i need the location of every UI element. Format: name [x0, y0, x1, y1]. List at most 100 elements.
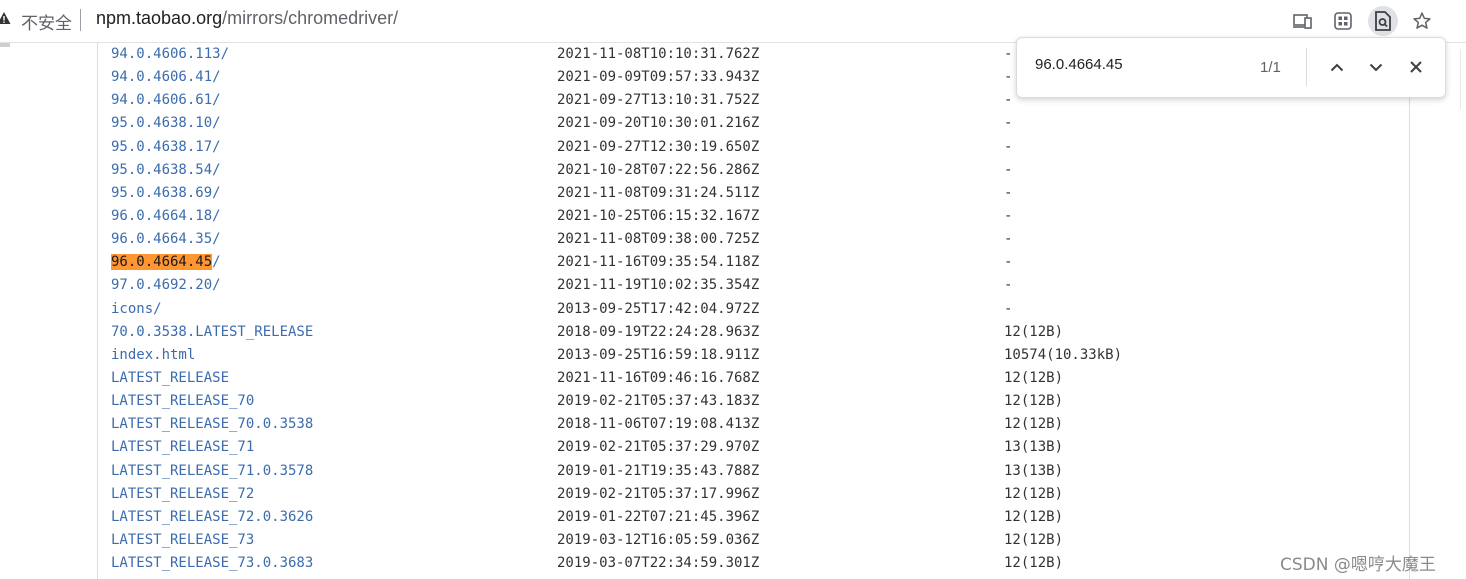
file-link[interactable]: 70.0.3538.LATEST_RELEASE: [111, 321, 313, 344]
listing-row: 96.0.4664.45/2021-11-16T09:35:54.118Z -: [111, 251, 1401, 274]
file-size: 12(12B): [1004, 369, 1064, 386]
directory-listing: 94.0.4606.113/2021-11-08T10:10:31.762Z -9…: [111, 43, 1401, 575]
find-close-button[interactable]: [1401, 52, 1431, 82]
find-bar: 1/1: [1016, 37, 1446, 98]
address-bar-url[interactable]: npm.taobao.org/mirrors/chromedriver/: [96, 8, 398, 29]
find-separator: [1306, 48, 1307, 86]
url-path: /mirrors/chromedriver/: [222, 8, 399, 28]
modified-date: 2018-09-19T22:24:28.963Z: [557, 323, 760, 340]
listing-frame-right: [1409, 43, 1410, 579]
modified-date: 2013-09-25T16:59:18.911Z: [557, 346, 760, 363]
find-in-page-icon[interactable]: [1368, 6, 1398, 36]
modified-date: 2018-11-06T07:19:08.413Z: [557, 416, 760, 433]
listing-row: LATEST_RELEASE 2021-11-16T09:46:16.768Z 12…: [111, 367, 1401, 390]
listing-row: LATEST_RELEASE_72.0.3626 2019-01-22T07:21…: [111, 506, 1401, 529]
modified-date: 2021-09-27T13:10:31.752Z: [557, 92, 760, 109]
file-link[interactable]: 95.0.4638.10/: [111, 112, 221, 135]
file-link[interactable]: LATEST_RELEASE_72.0.3626: [111, 506, 313, 529]
listing-row: 70.0.3538.LATEST_RELEASE 2018-09-19T22:24…: [111, 321, 1401, 344]
warning-triangle-icon[interactable]: [0, 11, 11, 29]
page-content: 94.0.4606.113/2021-11-08T10:10:31.762Z -9…: [0, 43, 1466, 579]
find-input[interactable]: [1035, 56, 1255, 73]
listing-row: LATEST_RELEASE_71 2019-02-21T05:37:29.970…: [111, 436, 1401, 459]
modified-date: 2019-03-07T22:34:59.301Z: [557, 555, 760, 572]
chevron-down-icon: [1369, 63, 1383, 71]
file-link[interactable]: LATEST_RELEASE_70: [111, 390, 254, 413]
listing-row: index.html 2013-09-25T16:59:18.911Z 10574(…: [111, 344, 1401, 367]
modified-date: 2021-11-08T09:38:00.725Z: [557, 231, 760, 248]
modified-date: 2021-09-20T10:30:01.216Z: [557, 115, 760, 132]
file-size: 12(12B): [1004, 416, 1064, 433]
close-icon: [1410, 61, 1422, 73]
csdn-watermark: CSDN @嗯哼大魔王: [1280, 555, 1436, 575]
extensions-grid-icon[interactable]: [1330, 8, 1356, 34]
file-link[interactable]: LATEST_RELEASE_73.0.3683: [111, 552, 313, 575]
modified-date: 2019-02-21T05:37:43.183Z: [557, 393, 760, 410]
listing-row: LATEST_RELEASE_72 2019-02-21T05:37:17.996…: [111, 483, 1401, 506]
file-size: -: [1004, 115, 1013, 132]
security-status-label[interactable]: 不安全: [21, 9, 72, 34]
modified-date: 2019-02-21T05:37:29.970Z: [557, 439, 760, 456]
install-app-icon[interactable]: [1290, 8, 1316, 34]
file-size: -: [1004, 277, 1013, 294]
modified-date: 2021-10-28T07:22:56.286Z: [557, 161, 760, 178]
find-previous-button[interactable]: [1322, 52, 1352, 82]
scroll-indicator: [0, 43, 10, 47]
listing-row: LATEST_RELEASE_73 2019-03-12T16:05:59.036…: [111, 529, 1401, 552]
url-host: npm.taobao.org: [96, 8, 223, 28]
file-link[interactable]: 96.0.4664.35/: [111, 228, 221, 251]
file-size: -: [1004, 69, 1013, 86]
file-link[interactable]: 94.0.4606.61/: [111, 89, 221, 112]
file-size: 12(12B): [1004, 555, 1064, 572]
file-link[interactable]: 96.0.4664.45/: [111, 251, 221, 274]
file-link[interactable]: 95.0.4638.17/: [111, 136, 221, 159]
page-right-edge: [1460, 49, 1466, 109]
listing-row: 95.0.4638.54/2021-10-28T07:22:56.286Z -: [111, 159, 1401, 182]
file-link[interactable]: 95.0.4638.69/: [111, 182, 221, 205]
modified-date: 2013-09-25T17:42:04.972Z: [557, 300, 760, 317]
modified-date: 2021-09-27T12:30:19.650Z: [557, 138, 760, 155]
file-link[interactable]: LATEST_RELEASE_73: [111, 529, 254, 552]
file-size: 13(13B): [1004, 462, 1064, 479]
file-size: -: [1004, 92, 1013, 109]
listing-row: icons/2013-09-25T17:42:04.972Z -: [111, 298, 1401, 321]
find-match-count: 1/1: [1260, 59, 1281, 76]
file-size: -: [1004, 231, 1013, 248]
file-link[interactable]: 96.0.4664.18/: [111, 205, 221, 228]
file-link[interactable]: 95.0.4638.54/: [111, 159, 221, 182]
file-size: 12(12B): [1004, 508, 1064, 525]
listing-row: 96.0.4664.18/2021-10-25T06:15:32.167Z -: [111, 205, 1401, 228]
listing-row: 95.0.4638.10/2021-09-20T10:30:01.216Z -: [111, 112, 1401, 135]
listing-row: LATEST_RELEASE_71.0.3578 2019-01-21T19:35…: [111, 460, 1401, 483]
find-next-button[interactable]: [1361, 52, 1391, 82]
file-link[interactable]: 97.0.4692.20/: [111, 274, 221, 297]
find-match-highlight: 96.0.4664.45: [111, 254, 213, 271]
file-link[interactable]: 94.0.4606.41/: [111, 66, 221, 89]
modified-date: 2019-02-21T05:37:17.996Z: [557, 485, 760, 502]
listing-row: 95.0.4638.69/2021-11-08T09:31:24.511Z -: [111, 182, 1401, 205]
modified-date: 2019-01-21T19:35:43.788Z: [557, 462, 760, 479]
bookmark-star-icon[interactable]: [1409, 8, 1435, 34]
modified-date: 2021-11-08T10:10:31.762Z: [557, 46, 760, 62]
listing-row: 97.0.4692.20/2021-11-19T10:02:35.354Z -: [111, 274, 1401, 297]
file-size: 12(12B): [1004, 323, 1064, 340]
file-size: -: [1004, 254, 1013, 271]
file-size: 10574(10.33kB): [1004, 346, 1123, 363]
file-link[interactable]: LATEST_RELEASE_72: [111, 483, 254, 506]
file-size: -: [1004, 46, 1013, 62]
modified-date: 2021-11-08T09:31:24.511Z: [557, 184, 760, 201]
file-size: 12(12B): [1004, 531, 1064, 548]
file-link[interactable]: LATEST_RELEASE_71.0.3578: [111, 460, 313, 483]
file-link[interactable]: icons/: [111, 298, 162, 321]
listing-row: LATEST_RELEASE_73.0.3683 2019-03-07T22:34…: [111, 552, 1401, 575]
file-link[interactable]: LATEST_RELEASE_70.0.3538: [111, 413, 313, 436]
file-size: -: [1004, 207, 1013, 224]
file-size: 12(12B): [1004, 393, 1064, 410]
file-size: -: [1004, 138, 1013, 155]
listing-row: 96.0.4664.35/2021-11-08T09:38:00.725Z -: [111, 228, 1401, 251]
file-link[interactable]: LATEST_RELEASE: [111, 367, 229, 390]
file-link[interactable]: 94.0.4606.113/: [111, 43, 229, 66]
file-link[interactable]: index.html: [111, 344, 195, 367]
listing-frame-left: [97, 43, 98, 579]
file-link[interactable]: LATEST_RELEASE_71: [111, 436, 254, 459]
